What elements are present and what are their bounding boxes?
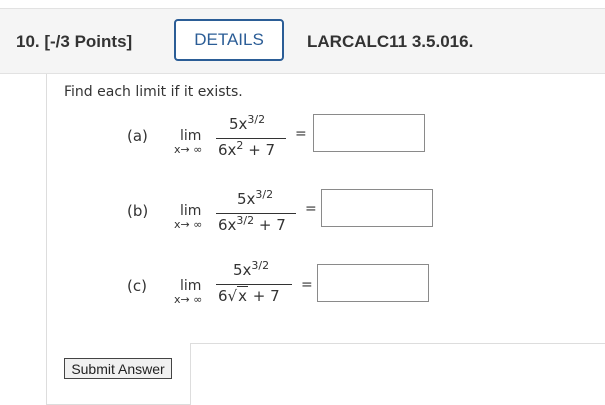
instructions-text: Find each limit if it exists. [64,84,243,100]
denominator-rest: + 7 [248,287,280,305]
numerator-exponent: 3/2 [255,188,274,201]
details-button[interactable]: DETAILS [174,19,284,61]
limit-operator: lim [180,278,202,294]
denominator-exponent: 3/2 [236,214,255,227]
fraction-numerator: 5x3/2 [233,259,270,279]
limit-subscript: x→ ∞ [174,143,203,156]
question-footer-panel [190,343,605,405]
denominator-rest: + 7 [254,216,286,234]
denominator-rest: + 7 [243,141,276,159]
numerator-exponent: 3/2 [251,259,270,272]
limit-operator: lim [180,203,202,219]
fraction-denominator: 6x3/2 + 7 [218,214,286,234]
numerator-base: 5x [233,261,252,279]
radical-sign: √ [227,287,238,305]
equals-sign: = [301,277,313,293]
numerator-exponent: 3/2 [247,113,266,126]
answer-input-b[interactable] [321,189,433,227]
denominator-base: 6x [218,216,237,234]
part-label: (b) [127,202,149,220]
part-label: (c) [127,277,147,295]
question-header: 10. [-/3 Points] DETAILS LARCALC11 3.5.0… [0,8,605,74]
square-root: √x [227,286,248,305]
equals-sign: = [295,126,307,142]
part-label: (a) [127,127,148,145]
fraction-bar [216,284,292,285]
question-reference: LARCALC11 3.5.016. [307,32,474,51]
limit-operator: lim [180,128,202,144]
denominator-coefficient: 6 [218,287,228,305]
numerator-base: 5x [237,190,256,208]
fraction-bar [216,138,286,139]
answer-input-c[interactable] [317,264,429,302]
fraction-bar [216,213,296,214]
fraction-numerator: 5x3/2 [229,113,266,133]
answer-input-a[interactable] [313,114,425,152]
equals-sign: = [305,201,317,217]
fraction-denominator: 6√x + 7 [218,286,280,305]
limit-subscript: x→ ∞ [174,293,203,306]
denominator-base: 6x [218,141,237,159]
fraction-numerator: 5x3/2 [237,188,274,208]
fraction-denominator: 6x2 + 7 [218,140,276,159]
limit-subscript: x→ ∞ [174,218,203,231]
numerator-base: 5x [229,115,248,133]
submit-answer-button[interactable]: Submit Answer [64,358,172,379]
radicand: x [237,286,248,305]
question-number: 10. [-/3 Points] [16,32,133,51]
